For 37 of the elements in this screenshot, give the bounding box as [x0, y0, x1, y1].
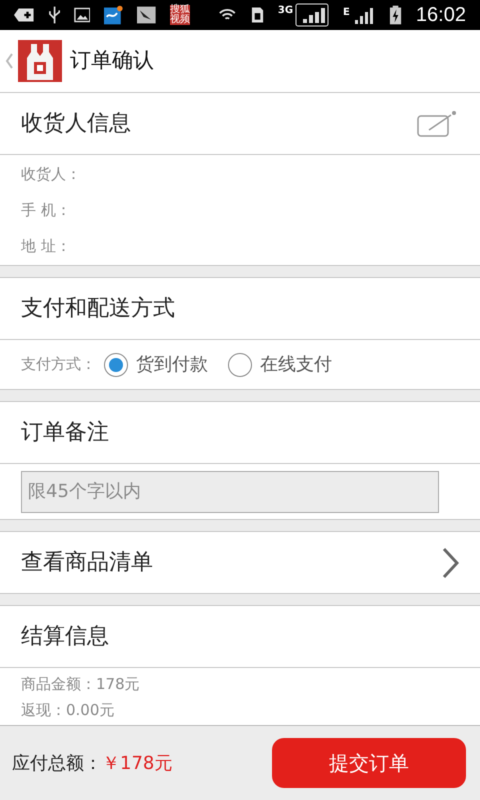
payment-option[interactable]: 在线支付	[228, 351, 332, 378]
field-label: 手 机：	[21, 200, 71, 221]
app-icon	[104, 5, 124, 25]
section-title: 收货人信息	[21, 110, 131, 138]
plus-icon	[14, 7, 34, 23]
total-label: 应付总额：	[12, 752, 102, 776]
radio-button[interactable]	[228, 352, 252, 376]
submit-order-button[interactable]: 提交订单	[272, 738, 466, 788]
section-title: 结算信息	[21, 623, 109, 651]
payment-option[interactable]: 货到付款	[104, 351, 208, 378]
page-title: 订单确认	[70, 47, 154, 74]
wine-bottles-icon	[18, 40, 62, 82]
image-icon	[74, 7, 90, 23]
edit-button[interactable]	[415, 108, 459, 138]
section-title: 支付和配送方式	[21, 295, 175, 323]
field-label: 收货人：	[21, 164, 81, 185]
note-input[interactable]: 限45个字以内	[21, 470, 439, 512]
signal-icon	[295, 3, 330, 27]
chevron-right-icon	[441, 546, 459, 578]
usb-icon	[48, 5, 60, 25]
back-icon	[4, 52, 14, 70]
battery-icon	[388, 4, 402, 26]
network-label: 3G	[278, 4, 294, 18]
goods-list-row[interactable]: 查看商品清单	[0, 532, 480, 593]
radio-button[interactable]	[104, 352, 128, 376]
clock: 16:02	[416, 3, 466, 28]
settlement-text: 商品金额：178元	[21, 674, 140, 695]
signal-icon	[352, 5, 375, 25]
network-label: E	[343, 6, 350, 20]
field-label: 地 址：	[21, 236, 71, 257]
video-app-icon: 搜狐 视频	[170, 5, 190, 25]
sim-icon	[250, 6, 264, 24]
section-title: 订单备注	[21, 419, 109, 447]
total-amount: ￥178元	[102, 752, 172, 776]
payment-label: 支付方式：	[21, 354, 96, 376]
edit-icon	[417, 110, 457, 136]
settlement-text: 返现：0.00元	[21, 700, 114, 721]
